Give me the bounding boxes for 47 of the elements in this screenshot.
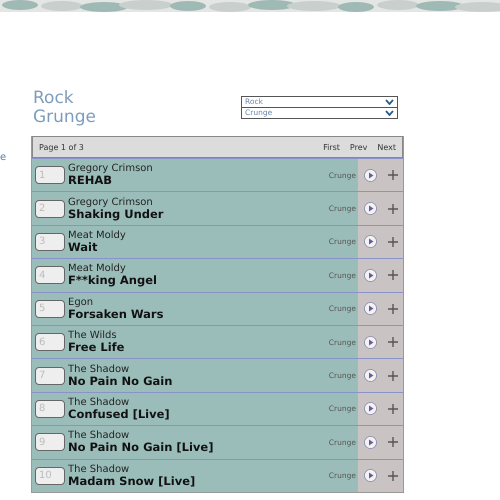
track-title: Forsaken Wars — [68, 308, 164, 321]
pager-link[interactable]: First — [323, 142, 340, 152]
track-title: REHAB — [68, 174, 114, 188]
track-title: Shaking Under — [68, 208, 164, 221]
plus-icon[interactable] — [388, 304, 398, 314]
play-icon[interactable] — [364, 469, 376, 482]
cut-text: e — [0, 152, 6, 163]
genre-heading: Rock — [33, 89, 75, 108]
play-icon[interactable] — [364, 302, 376, 316]
track-title: No Pain No Gain [Live] — [68, 441, 214, 454]
plus-icon[interactable] — [388, 170, 398, 180]
play-icon[interactable] — [364, 402, 376, 416]
play-icon[interactable] — [364, 235, 376, 248]
artist-name: Gregory Crimson — [68, 196, 154, 208]
track-title: Madam Snow [Live] — [68, 474, 196, 488]
plus-icon[interactable] — [388, 470, 398, 481]
artist-name: Meat Moldy — [68, 263, 127, 274]
track-title: F**king Angel — [68, 274, 158, 288]
track-title: Confused [Live] — [68, 408, 171, 421]
pager-link[interactable]: Prev — [350, 142, 368, 152]
play-icon[interactable] — [364, 369, 376, 382]
track-title: No Pain No Gain — [68, 374, 174, 388]
artist-name: The Shadow — [68, 430, 130, 442]
artist-name: The Shadow — [68, 396, 130, 408]
artist-name: Meat Moldy — [68, 230, 127, 241]
plus-icon[interactable] — [388, 337, 398, 348]
play-icon[interactable] — [364, 436, 376, 449]
page-label: Page 1 of 3 — [39, 142, 85, 152]
genre-heading: Grunge — [33, 108, 96, 127]
artist-name: The Shadow — [68, 364, 130, 375]
artist-name: The Shadow — [68, 464, 130, 475]
plus-icon[interactable] — [388, 204, 398, 214]
plus-icon[interactable] — [388, 404, 398, 414]
plus-icon[interactable] — [388, 236, 398, 247]
plus-icon[interactable] — [388, 370, 398, 381]
track-title: Wait — [68, 240, 98, 254]
play-icon[interactable] — [364, 202, 376, 216]
artist-name: Egon — [68, 296, 94, 308]
artist-name: Gregory Crimson — [68, 163, 154, 174]
plus-icon[interactable] — [388, 437, 398, 448]
track-title: Free Life — [68, 341, 126, 354]
pager-link[interactable]: Next — [377, 142, 396, 152]
play-icon[interactable] — [364, 268, 376, 282]
plus-icon[interactable] — [388, 270, 398, 280]
play-icon[interactable] — [364, 168, 376, 182]
play-icon[interactable] — [364, 336, 376, 349]
artist-name: The Wilds — [68, 330, 118, 342]
